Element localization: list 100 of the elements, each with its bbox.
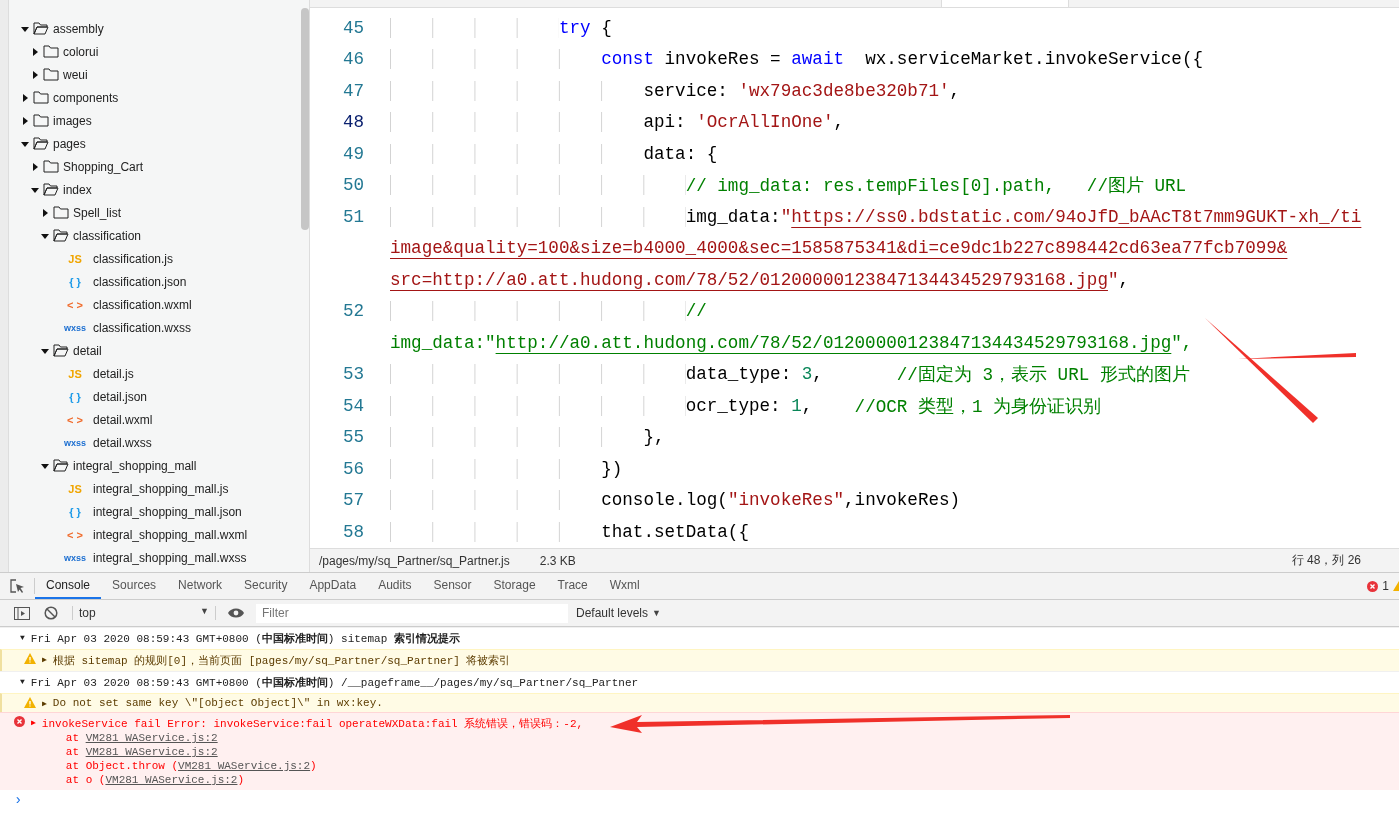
source-link[interactable]: VM281 WAService.js:2: [105, 774, 238, 786]
error-icon: [14, 716, 25, 727]
code-line: 46 const invokeRes = await wx.serviceMarket.invokeService({: [341, 48, 1204, 72]
source-link[interactable]: VM281 WAService.js:2: [85, 746, 218, 758]
filter-field[interactable]: Filter: [256, 603, 568, 623]
devtools-tab[interactable]: Sources: [101, 573, 168, 599]
tree-folder[interactable]: pages: [21, 132, 86, 155]
stack-frame: at VM281 WAService.js:2: [41, 731, 584, 745]
sidebar-toggle-icon[interactable]: [14, 606, 30, 620]
devtools-tab[interactable]: Security: [233, 573, 299, 599]
clear-console-icon[interactable]: [44, 606, 58, 620]
source-link[interactable]: VM281 WAService.js:2: [85, 732, 218, 744]
devtools-tab[interactable]: AppData: [298, 573, 368, 599]
log-levels-dropdown[interactable]: Default levels ▼: [576, 606, 661, 620]
code-line: 58 that.setData({: [341, 520, 750, 544]
expand-toggle[interactable]: ▶: [42, 697, 47, 708]
code-line: image&quality=100&size=b4000_4000&sec=1585875341&di=ce9dc1b227c898442cd63ea77fcb7099&: [389, 237, 1289, 261]
warning-icon: [24, 653, 36, 664]
folder-icon: [33, 137, 49, 150]
file-type-icon: wxss: [61, 322, 89, 333]
expand-toggle[interactable]: ▶: [31, 716, 36, 727]
warning-icon: [1393, 581, 1399, 591]
devtools-tab[interactable]: Trace: [546, 573, 599, 599]
folder-icon: [53, 206, 69, 219]
tree-file[interactable]: { } classification.json: [61, 270, 187, 293]
devtools-tab[interactable]: Network: [167, 573, 234, 599]
devtools-tab[interactable]: Sensor: [422, 573, 483, 599]
folder-icon: [43, 68, 59, 81]
code-line: 49 data: {: [341, 142, 719, 166]
message-text: Do not set same key \"[object Object]\" in wx:key.: [52, 697, 383, 709]
folder-icon: [33, 91, 49, 104]
tree-file[interactable]: < > integral_shopping_mall.wxml: [61, 523, 248, 546]
tree-folder[interactable]: assembly: [21, 17, 104, 40]
devtools-tab[interactable]: Wxml: [598, 573, 651, 599]
tree-file[interactable]: JS integral_shopping_mall.js: [61, 477, 229, 500]
error-count: 1: [1382, 579, 1389, 593]
console-prompt[interactable]: ›: [0, 792, 23, 808]
file-type-icon: JS: [61, 482, 89, 495]
code-line: 50 // img_data: res.tempFiles[0].path, //图片 URL: [341, 174, 1188, 199]
file-path: /pages/my/sq_Partner/sq_Partner.js: [319, 553, 510, 568]
stack-frame: at Object.throw (VM281 WAService.js:2): [41, 759, 584, 773]
tree-file[interactable]: < > detail.wxml: [61, 408, 153, 431]
context-select[interactable]: top ▼: [72, 606, 216, 620]
code-line: 51 img_data:"https://ss0.bdstatic.com/94oJfD_bAAcT8t7mm9GUKT-xh_/ti: [341, 205, 1363, 229]
file-size: 2.3 KB: [539, 553, 576, 568]
tree-file[interactable]: wxss classification.wxss: [61, 316, 192, 339]
error-icon: [1367, 580, 1379, 592]
file-type-icon: wxss: [61, 552, 89, 563]
folder-icon: [53, 459, 69, 472]
code-line: 47 service: 'wx79ac3de8be320b71',: [341, 79, 962, 103]
tree-file[interactable]: wxss detail.wxss: [61, 431, 152, 454]
code-line: img_data:"http://a0.att.hudong.com/78/52/01200000123847134434529793168.jpg",: [389, 331, 1194, 355]
scrollbar-thumb[interactable]: [301, 8, 309, 230]
code-line: 45 try {: [341, 16, 613, 40]
folder-icon: [53, 229, 69, 242]
tree-file[interactable]: { } integral_shopping_mall.json: [61, 500, 242, 523]
file-type-icon: < >: [61, 413, 89, 426]
message-text: invokeService fail Error: invokeService:fail operateWXData:fail 系统错误，错误码：-2,: [41, 717, 584, 731]
tree-folder[interactable]: components: [21, 86, 119, 109]
tree-file[interactable]: { } detail.json: [61, 385, 148, 408]
file-type-icon: < >: [61, 528, 89, 541]
stack-frame: at VM281 WAService.js:2: [41, 745, 584, 759]
warning-icon: [24, 697, 36, 708]
expand-toggle[interactable]: ▼: [20, 631, 25, 642]
code-line: 52 //: [341, 300, 708, 324]
tree-file[interactable]: JS detail.js: [61, 362, 134, 385]
eye-icon[interactable]: [228, 608, 244, 618]
folder-icon: [33, 114, 49, 127]
folder-icon: [33, 22, 49, 35]
file-type-icon: JS: [61, 252, 89, 265]
tree-folder[interactable]: detail: [41, 339, 102, 362]
message-text: 根据 sitemap 的规则[0]，当前页面 [pages/my/sq_Partner/sq_Partner] 将被索引: [52, 653, 511, 668]
devtools-tab[interactable]: Storage: [482, 573, 547, 599]
tree-file[interactable]: JS classification.js: [61, 247, 174, 270]
devtools-tab[interactable]: Audits: [367, 573, 423, 599]
tree-folder[interactable]: weui: [31, 63, 88, 86]
code-line: 57 console.log("invokeRes",invokeRes): [341, 489, 962, 513]
tree-folder[interactable]: index: [31, 178, 92, 201]
source-link[interactable]: VM281 WAService.js:2: [178, 760, 311, 772]
folder-icon: [43, 183, 59, 196]
tree-folder[interactable]: integral_shopping_mall: [41, 454, 197, 477]
tree-folder[interactable]: classification: [41, 224, 142, 247]
folder-icon: [53, 344, 69, 357]
file-type-icon: { }: [61, 505, 89, 518]
code-line: 54 ocr_type: 1, //OCR 类型，1 为身份证识别: [341, 394, 1103, 419]
message-text: Fri Apr 03 2020 08:59:43 GMT+0800 (中国标准时间) sitemap 索引情况提示: [30, 631, 460, 646]
expand-toggle[interactable]: ▼: [20, 675, 25, 686]
tree-folder[interactable]: images: [21, 109, 92, 132]
tree-folder[interactable]: Shopping_Cart: [31, 155, 144, 178]
code-line: 48 api: 'OcrAllInOne',: [341, 111, 846, 135]
cursor-position: 行 48，列 26: [1291, 552, 1361, 569]
tree-folder[interactable]: Spell_list: [41, 201, 122, 224]
inspect-icon[interactable]: [9, 578, 25, 594]
tree-file[interactable]: wxss integral_shopping_mall.wxss: [61, 546, 247, 569]
file-type-icon: wxss: [61, 437, 89, 448]
expand-toggle[interactable]: ▶: [42, 653, 47, 664]
code-line: src=http://a0.att.hudong.com/78/52/01200000123847134434529793168.jpg",: [389, 268, 1131, 292]
tree-file[interactable]: < > classification.wxml: [61, 293, 192, 316]
tree-folder[interactable]: colorui: [31, 40, 99, 63]
file-type-icon: { }: [61, 390, 89, 403]
